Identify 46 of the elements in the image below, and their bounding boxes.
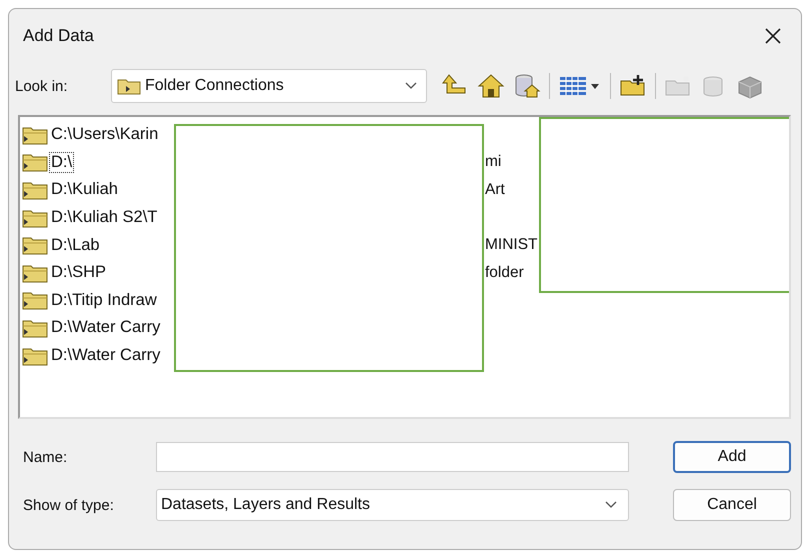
folder-item[interactable]: D:\Kuliah [22, 179, 120, 200]
look-in-label: Look in: [15, 78, 69, 94]
folder-icon [22, 346, 48, 366]
folder-icon [117, 77, 141, 95]
folder-item[interactable]: C:\Users\Karin [22, 124, 160, 146]
folder-icon [22, 235, 48, 256]
folder-item[interactable]: D:\Kuliah S2\T [22, 207, 160, 228]
folder-name: D:\Titip Indraw [50, 290, 158, 311]
folder-item[interactable]: D:\Titip Indraw [22, 290, 159, 311]
look-in-dropdown[interactable]: Folder Connections [111, 69, 427, 103]
folder-name: Art [485, 180, 505, 199]
folder-icon [22, 208, 48, 228]
cancel-button[interactable]: Cancel [673, 489, 791, 521]
folder-name: mi [485, 153, 502, 172]
type-label: Show of type: [23, 496, 115, 514]
folder-icon [22, 290, 48, 310]
name-field[interactable] [156, 442, 629, 472]
window-title: Add Data [23, 26, 94, 46]
folder-icon [22, 180, 48, 200]
folder-icon [22, 124, 48, 145]
house-icon [477, 73, 505, 99]
folder-item[interactable]: D:\ [22, 152, 74, 173]
folder-name: D:\Water Carry [50, 345, 162, 366]
folder-item[interactable]: D:\SHP [22, 262, 108, 284]
add-button[interactable]: Add [673, 441, 791, 473]
folder-name: D:\Lab [50, 234, 101, 256]
folder-item[interactable]: D:\Water Carry [22, 317, 162, 338]
close-icon [764, 27, 782, 45]
type-dropdown[interactable]: Datasets, Layers and Results [156, 489, 629, 521]
folder-item[interactable]: D:\Water Carry [22, 345, 162, 366]
folder-icon [22, 152, 48, 172]
folder-icon [22, 318, 48, 338]
folder-name: D:\Water Carry [50, 317, 162, 338]
folder-name: D:\SHP [50, 262, 108, 284]
folder-icon [22, 262, 48, 283]
database-icon [513, 73, 541, 99]
folder-name: D:\Kuliah S2\T [50, 207, 158, 228]
folder-name: D:\ [49, 152, 74, 173]
chevron-icon [404, 81, 418, 91]
folder-name: folder [485, 264, 524, 282]
name-label: Name: [23, 448, 68, 466]
chevron-icon [604, 500, 618, 510]
folder-name: D:\Kuliah [50, 179, 119, 200]
folder-item[interactable]: D:\Lab [22, 234, 102, 256]
folder-name: C:\Users\Karin [50, 124, 160, 146]
folder-name: MINIST [485, 236, 538, 254]
